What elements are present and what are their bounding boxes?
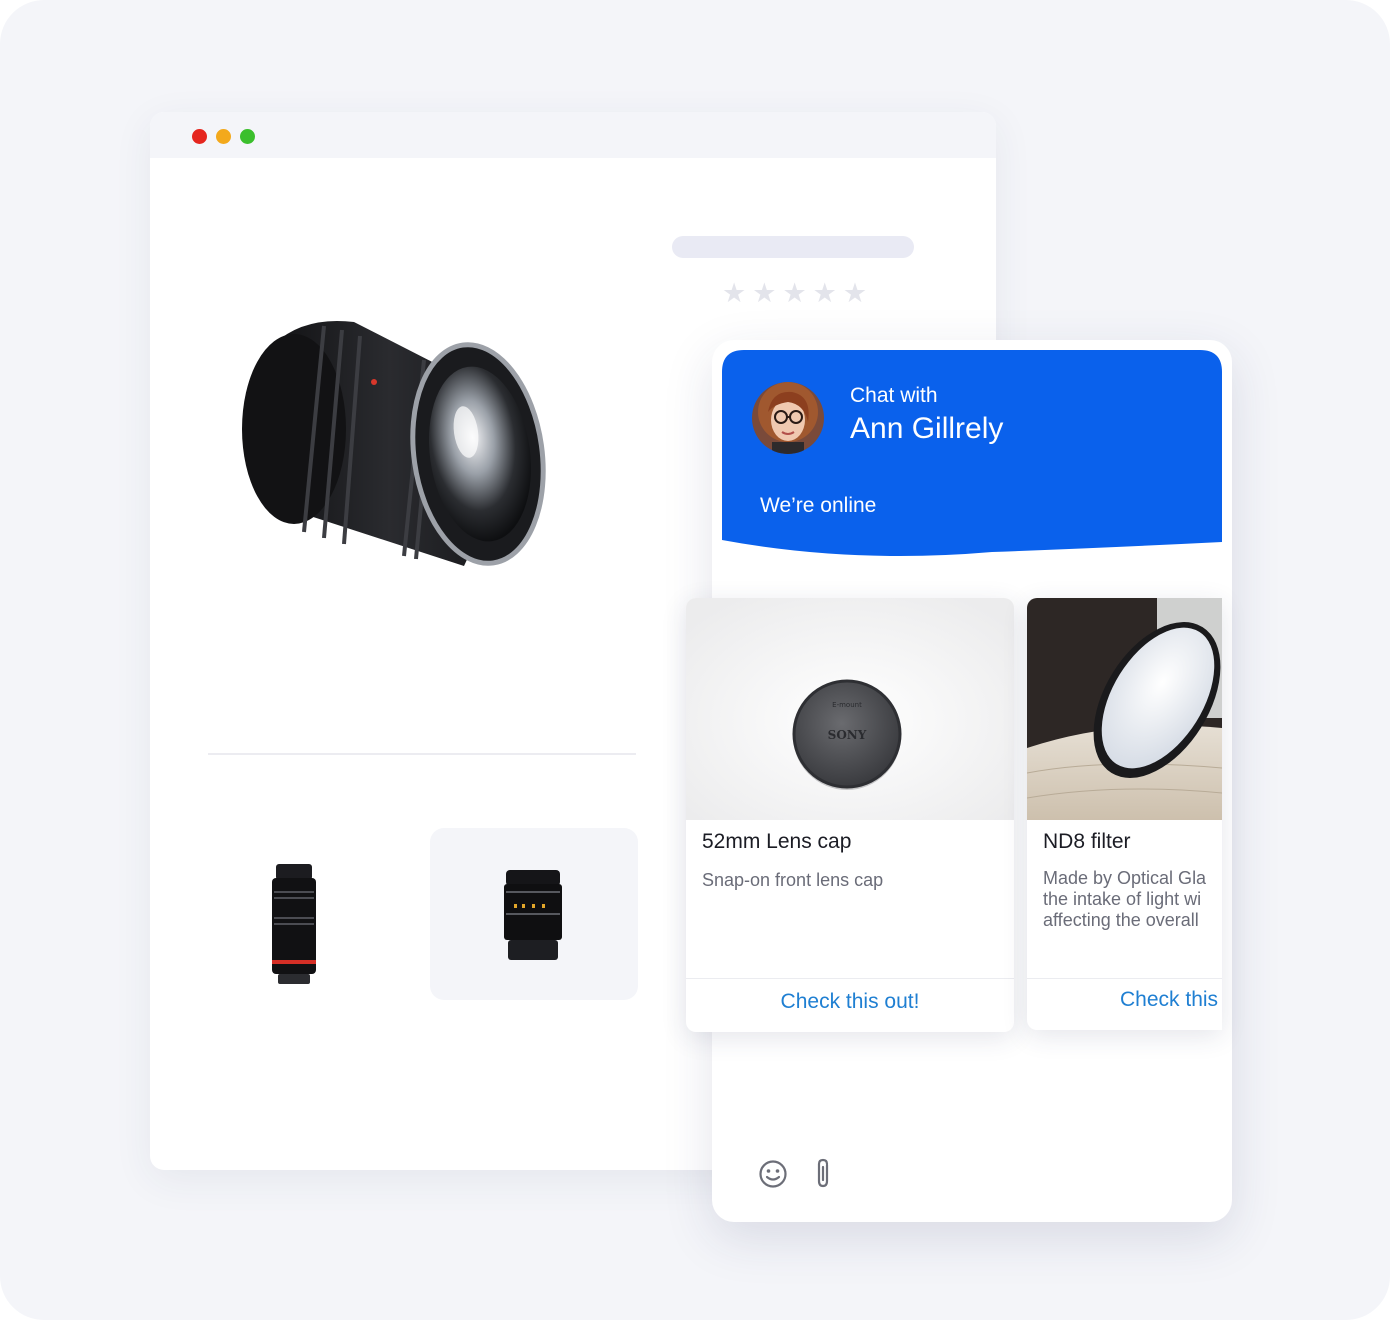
- star-icon: ★: [812, 278, 837, 308]
- card-description-line: affecting the overall: [1043, 910, 1199, 930]
- nd8-filter-image: [1027, 598, 1222, 820]
- cap-mount-text: E-mount: [832, 701, 862, 709]
- lens-cap-image: SONY E-mount: [686, 598, 1014, 820]
- minimize-window-button[interactable]: [216, 129, 231, 144]
- product-main-image: [242, 320, 546, 566]
- star-icon: ★: [842, 278, 868, 308]
- card-description: Made by Optical Gla the intake of light …: [1043, 868, 1221, 931]
- zoom-lens-image: [272, 864, 316, 984]
- chat-header: Chat with Ann Gillrely We’re online: [722, 350, 1222, 560]
- agent-name: Ann Gillrely: [850, 412, 1004, 445]
- chat-with-label: Chat with: [850, 384, 938, 407]
- browser-title-bar: [150, 112, 996, 158]
- chat-header-background: [722, 350, 1222, 556]
- card-divider: [1027, 978, 1222, 979]
- cap-brand-text: SONY: [828, 728, 867, 742]
- card-description-line: Made by Optical Gla: [1043, 868, 1207, 888]
- card-description: Snap-on front lens cap: [702, 870, 884, 890]
- card-divider: [686, 978, 1014, 979]
- thumbnail-zoom-lens[interactable]: [186, 828, 394, 1000]
- messages-fade: [712, 1060, 1232, 1130]
- product-card-nd8-filter: ND8 filter Made by Optical Gla the intak…: [1027, 598, 1222, 1030]
- card-title: 52mm Lens cap: [702, 830, 852, 853]
- star-icon: ★: [782, 278, 807, 308]
- product-card-lens-cap: SONY E-mount 52mm Lens cap Snap-on front…: [686, 598, 1014, 1032]
- prime-lens-image: [504, 870, 562, 960]
- rating-stars: ★ ★ ★ ★ ★: [722, 280, 867, 307]
- thumbnail-prime-lens[interactable]: [430, 828, 638, 1000]
- emoji-icon[interactable]: [758, 1159, 788, 1194]
- background-canvas: ★ ★ ★ ★ ★ Chat with Ann Gillrely We’re o…: [0, 0, 1390, 1320]
- maximize-window-button[interactable]: [240, 129, 255, 144]
- online-status: We’re online: [760, 494, 877, 517]
- attachment-icon[interactable]: [814, 1158, 834, 1195]
- section-divider: [208, 753, 636, 755]
- composer-toolbar: [758, 1158, 834, 1195]
- card-title: ND8 filter: [1043, 830, 1131, 853]
- check-this-button[interactable]: Check this: [1120, 988, 1222, 1012]
- check-this-out-button[interactable]: Check this out!: [686, 990, 1014, 1014]
- agent-avatar: [752, 382, 824, 454]
- product-title-placeholder: [672, 236, 914, 258]
- star-icon: ★: [752, 278, 777, 308]
- star-icon: ★: [722, 278, 747, 308]
- close-window-button[interactable]: [192, 129, 207, 144]
- card-description-line: the intake of light wi: [1043, 889, 1202, 909]
